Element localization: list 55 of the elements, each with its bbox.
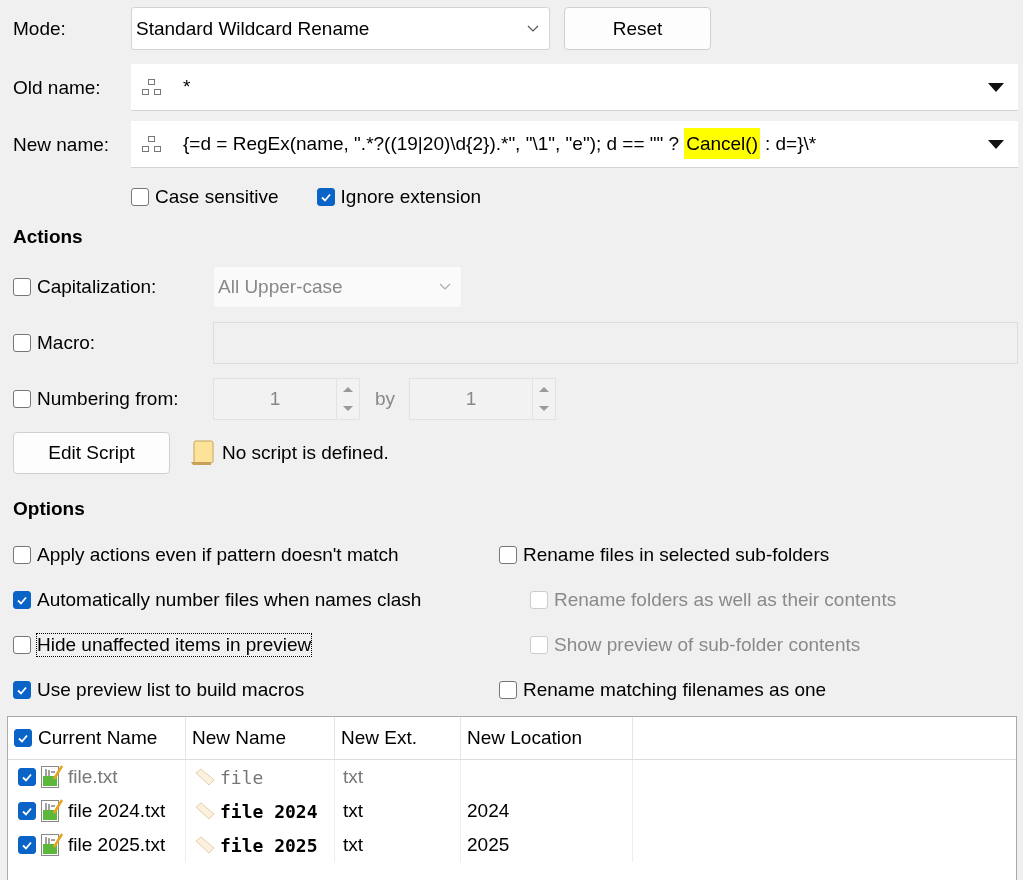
old-name-field[interactable]: * xyxy=(131,64,1018,111)
capitalization-dropdown[interactable]: All Upper-case xyxy=(213,266,462,308)
text-file-icon xyxy=(40,832,64,858)
note-icon xyxy=(190,440,214,466)
row-checkbox[interactable] xyxy=(18,768,36,786)
new-name-cell: file 2025 xyxy=(220,834,318,856)
tag-icon xyxy=(194,801,216,821)
tag-icon xyxy=(194,767,216,787)
wildcard-icon xyxy=(141,134,163,154)
dropdown-arrow-icon[interactable] xyxy=(988,82,1004,92)
new-name-label: New name: xyxy=(12,133,111,156)
old-name-label: Old name: xyxy=(12,76,102,99)
option-checkbox[interactable]: Rename matching filenames as one xyxy=(499,667,897,712)
text-file-icon xyxy=(40,798,64,824)
option-checkbox[interactable]: Ignore extension xyxy=(316,186,482,208)
option-checkbox[interactable]: Automatically number files when names clash xyxy=(13,577,499,622)
wildcard-icon xyxy=(141,77,163,97)
option-checkbox[interactable]: Use preview list to build macros xyxy=(13,667,499,712)
by-label: by xyxy=(375,388,396,410)
new-name-cell: file 2024 xyxy=(220,800,318,822)
new-location-cell: 2024 xyxy=(467,800,510,822)
text-file-icon xyxy=(40,764,64,790)
column-header[interactable]: New Ext. xyxy=(335,717,461,759)
option-checkbox[interactable]: Rename files in selected sub-folders xyxy=(499,532,897,577)
edit-script-button[interactable]: Edit Script xyxy=(13,432,170,474)
new-location-cell: 2025 xyxy=(467,834,510,856)
option-checkbox[interactable]: Case sensitive xyxy=(131,186,279,208)
mode-dropdown[interactable]: Standard Wildcard Rename xyxy=(131,7,550,50)
actions-heading: Actions xyxy=(12,226,84,249)
new-ext-cell: txt xyxy=(343,800,364,822)
macro-checkbox[interactable]: Macro: xyxy=(13,332,213,354)
option-checkbox[interactable]: Hide unaffected items in preview xyxy=(13,622,499,667)
mode-label: Mode: xyxy=(12,17,67,40)
row-checkbox[interactable] xyxy=(18,836,36,854)
new-ext-cell: txt xyxy=(343,834,364,856)
current-name-cell: file 2025.txt xyxy=(68,834,166,856)
chevron-down-icon xyxy=(439,283,451,291)
options-heading: Options xyxy=(12,498,86,521)
chevron-down-icon xyxy=(527,24,539,33)
new-name-field[interactable]: {=d = RegEx(name, ".*?((19|20)\d{2}).*", "\1", "e"); d == "" ? Cancel() : d=}\* xyxy=(131,121,1018,168)
column-header[interactable]: New Name xyxy=(186,717,335,759)
current-name-cell: file 2024.txt xyxy=(68,800,166,822)
column-header[interactable]: New Location xyxy=(461,717,633,759)
option-checkbox[interactable]: Apply actions even if pattern doesn't match xyxy=(13,532,499,577)
reset-button[interactable]: Reset xyxy=(564,7,711,50)
new-ext-cell: txt xyxy=(343,766,364,788)
new-name-cell: file xyxy=(220,766,264,788)
capitalization-checkbox[interactable]: Capitalization: xyxy=(13,276,213,298)
tag-icon xyxy=(194,835,216,855)
numbering-checkbox[interactable]: Numbering from: xyxy=(13,388,213,410)
script-status-text: No script is defined. xyxy=(222,442,389,464)
dropdown-arrow-icon[interactable] xyxy=(988,139,1004,149)
column-header[interactable]: Current Name xyxy=(8,717,186,759)
current-name-cell: file.txt xyxy=(68,766,118,788)
row-checkbox[interactable] xyxy=(18,802,36,820)
